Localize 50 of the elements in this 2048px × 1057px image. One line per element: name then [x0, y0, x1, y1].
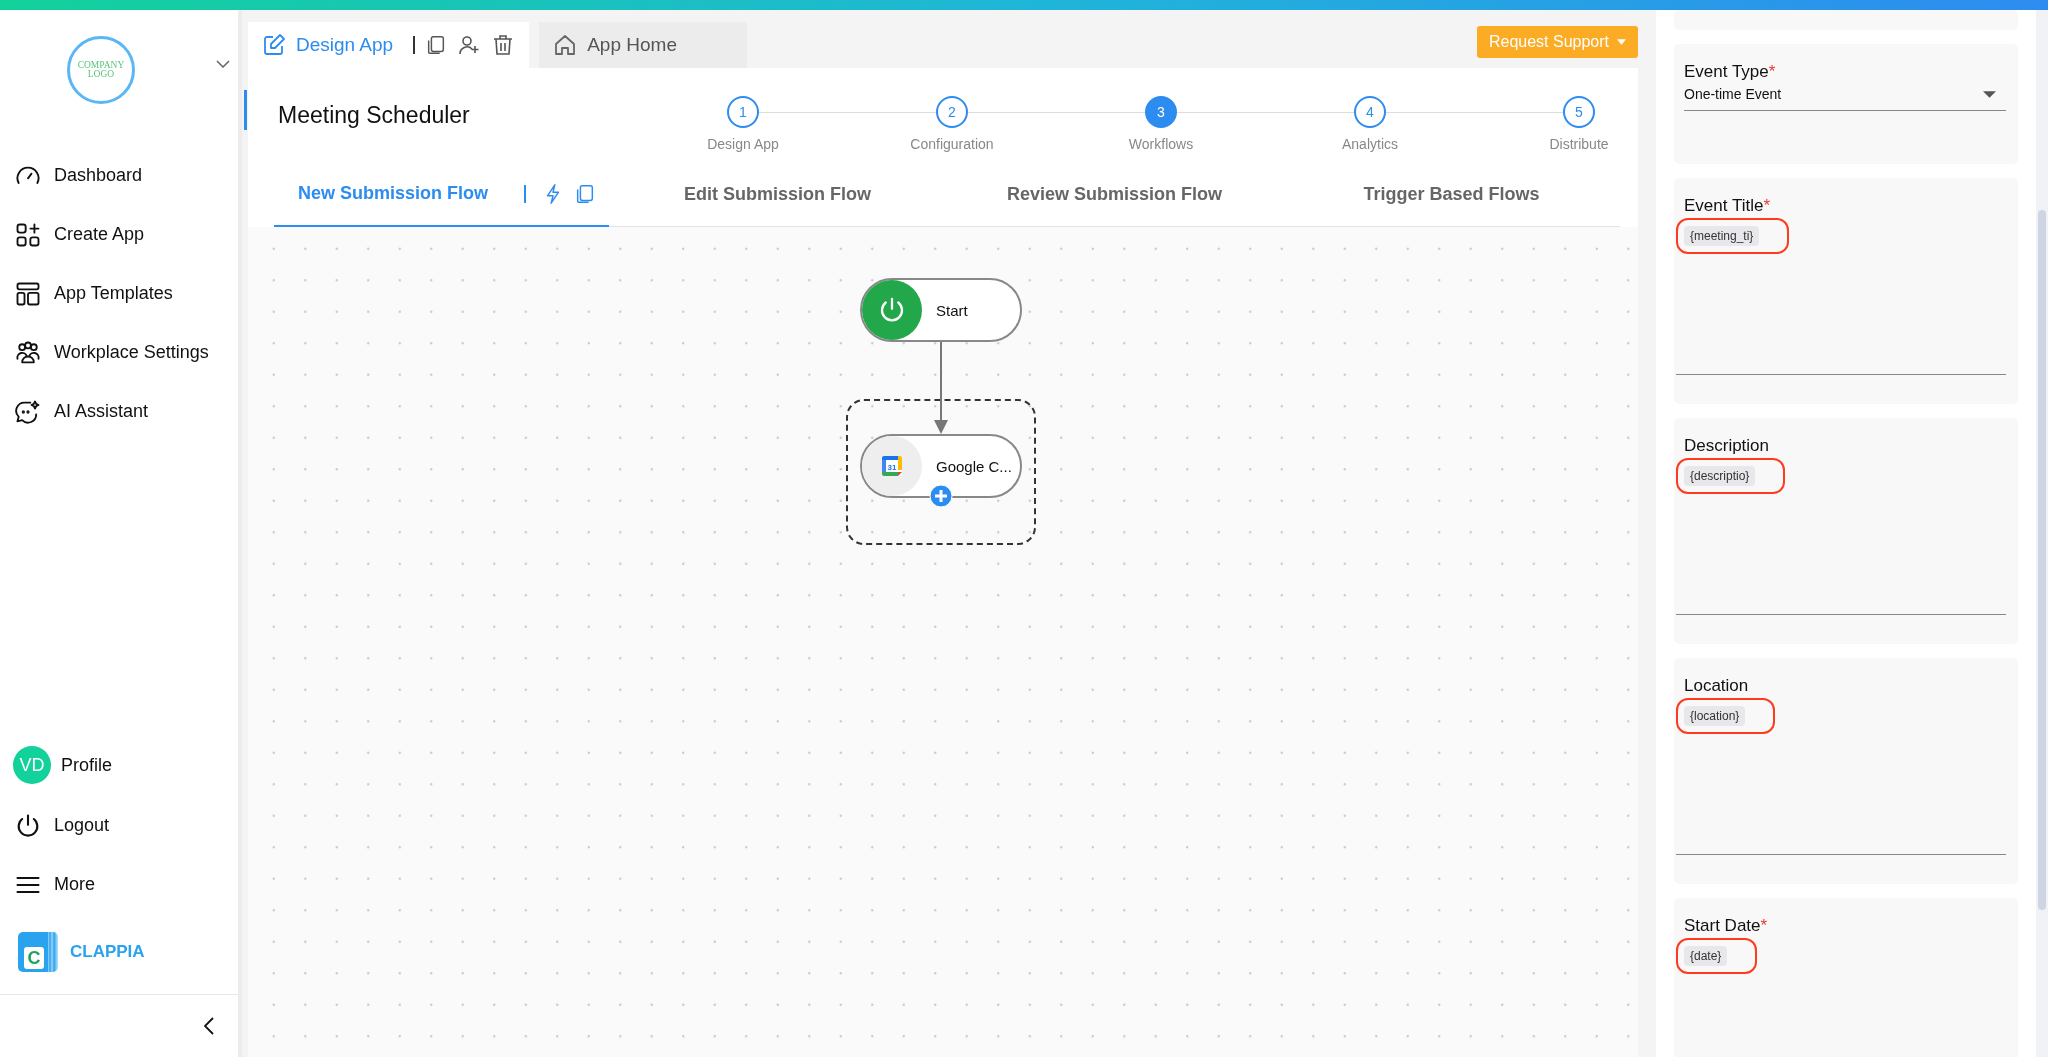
home-icon: [553, 33, 578, 57]
brand-logo-icon: C: [18, 932, 58, 972]
step-label: Distribute: [1549, 136, 1609, 152]
step-label: Analytics: [1342, 136, 1398, 152]
nav-item[interactable]: Create App: [0, 205, 238, 264]
select-field[interactable]: One-time Event: [1684, 84, 2006, 111]
text-area-field[interactable]: {descriptio}: [1676, 458, 2006, 615]
step-circle[interactable]: 2: [936, 96, 968, 128]
power-icon: [862, 280, 922, 340]
nav-item[interactable]: Workplace Settings: [0, 323, 238, 382]
add-step-icon[interactable]: [929, 484, 953, 508]
nav-item[interactable]: App Templates: [0, 264, 238, 323]
scrollbar-thumb[interactable]: [2038, 210, 2046, 910]
nav-item[interactable]: More: [0, 855, 238, 914]
profile-label: Profile: [61, 754, 113, 776]
variable-chip: {descriptio}: [1684, 466, 1756, 486]
avatar: VD: [13, 746, 51, 784]
caret-icon: [1617, 39, 1626, 45]
step-label: Design App: [707, 136, 779, 152]
field-label: Description: [1684, 436, 1771, 456]
header-tab[interactable]: App Home: [539, 22, 748, 68]
flow-tab[interactable]: Edit Submission Flow: [684, 183, 871, 205]
flow-node[interactable]: 31 Google C...: [860, 434, 1022, 498]
nav-item[interactable]: Logout: [0, 796, 238, 855]
flow-tab[interactable]: Trigger Based Flows: [1363, 183, 1540, 205]
step-label: Configuration: [910, 136, 994, 152]
flow-node[interactable]: Start: [860, 278, 1022, 342]
field-label: Event Title*: [1684, 196, 1771, 216]
text-area-field[interactable]: {date}: [1676, 938, 2006, 1057]
profile-item[interactable]: VD Profile: [0, 734, 238, 796]
variable-chip: {date}: [1684, 946, 1728, 966]
text-area-field[interactable]: {meeting_ti}: [1676, 218, 2006, 375]
text-area-field[interactable]: {location}: [1676, 698, 2006, 855]
nav-item[interactable]: AI Assistant: [0, 382, 238, 441]
brand-name: CLAPPIA: [70, 942, 145, 962]
field-label: Start Date*: [1684, 916, 1769, 936]
app-title: Meeting Scheduler: [278, 101, 471, 129]
add-user-icon[interactable]: [457, 33, 482, 57]
step-label: Workflows: [1128, 136, 1194, 152]
flow-tab[interactable]: Review Submission Flow: [1006, 183, 1222, 205]
calendar-icon: 31: [880, 454, 904, 478]
variable-chip: {location}: [1684, 706, 1746, 726]
variable-chip: {meeting_ti}: [1684, 226, 1760, 246]
field-label: Location: [1684, 676, 1750, 696]
nav-item[interactable]: Dashboard: [0, 146, 238, 205]
dropdown-caret-icon: [1983, 90, 1996, 98]
collapse-chevron-icon[interactable]: [204, 1017, 214, 1035]
field-label: Event Type*: [1684, 62, 1777, 82]
chevron-down-icon[interactable]: [216, 60, 230, 68]
edit-icon: [262, 33, 286, 57]
